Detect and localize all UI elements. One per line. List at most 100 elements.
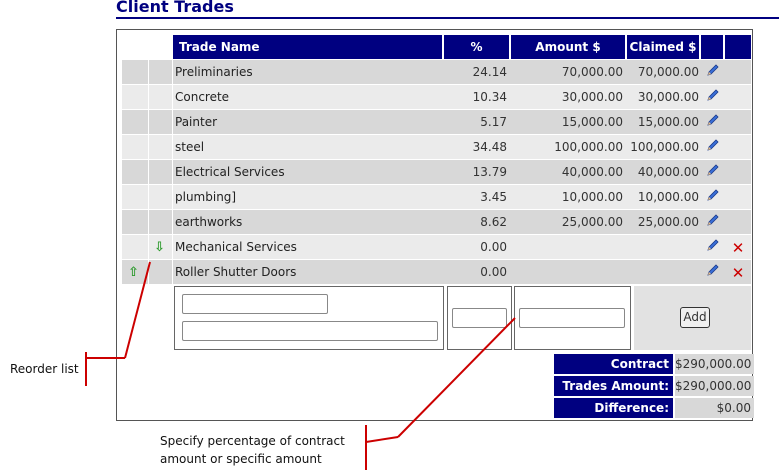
trades-amount-value: $290,000.00: [675, 376, 754, 396]
trades-panel: Trade Name % Amount $ Claimed $ Prelimin…: [116, 29, 754, 421]
trade-amount: [511, 260, 627, 284]
table-row: Preliminaries 24.14 70,000.00 70,000.00: [122, 60, 751, 84]
specify-note-line2: amount or specific amount: [160, 452, 322, 466]
delete-cell: [725, 85, 751, 109]
difference-value: $0.00: [675, 398, 754, 418]
header-blank-a: [122, 35, 148, 59]
edit-cell: [701, 260, 725, 284]
edit-cell: [701, 160, 725, 184]
delete-x-icon[interactable]: ✕: [732, 236, 745, 260]
trades-amount-label: Trades Amount:: [554, 376, 673, 396]
pencil-icon[interactable]: [706, 211, 720, 235]
trade-claimed: 70,000.00: [627, 60, 701, 84]
trade-amount: 40,000.00: [511, 160, 627, 184]
reorder-down-cell: [149, 135, 172, 159]
trade-amount: 15,000.00: [511, 110, 627, 134]
move-down-arrow-icon[interactable]: ⇩: [154, 236, 165, 260]
specify-bracket-top: [365, 436, 399, 443]
trade-name: plumbing]: [173, 185, 444, 209]
reorder-down-cell: [149, 85, 172, 109]
trade-amount: [511, 235, 627, 259]
trade-claimed: 30,000.00: [627, 85, 701, 109]
new-percent-box: [447, 286, 512, 350]
pencil-icon[interactable]: [706, 161, 720, 185]
contract-amount-label: Contract Amount:: [554, 354, 673, 391]
header-edit: [701, 35, 725, 59]
delete-cell: ✕: [725, 260, 751, 284]
reorder-up-cell: [122, 235, 148, 259]
delete-x-icon[interactable]: ✕: [732, 261, 745, 285]
table-row: steel 34.48 100,000.00 100,000.00: [122, 135, 751, 159]
pencil-icon[interactable]: [706, 111, 720, 135]
pencil-icon[interactable]: [706, 236, 720, 260]
trade-percent: 5.17: [444, 110, 511, 134]
header-amount: Amount $: [511, 35, 627, 59]
trade-percent: 0.00: [444, 235, 511, 259]
trade-name: Concrete: [173, 85, 444, 109]
table-row: Painter 5.17 15,000.00 15,000.00: [122, 110, 751, 134]
trade-percent: 13.79: [444, 160, 511, 184]
trade-name: steel: [173, 135, 444, 159]
trade-name: Electrical Services: [173, 160, 444, 184]
trade-percent: 8.62: [444, 210, 511, 234]
reorder-up-cell: [122, 110, 148, 134]
pencil-icon[interactable]: [706, 86, 720, 110]
delete-cell: ✕: [725, 235, 751, 259]
reorder-up-cell: [122, 85, 148, 109]
trade-amount: 10,000.00: [511, 185, 627, 209]
trade-claimed: 25,000.00: [627, 210, 701, 234]
edit-cell: [701, 85, 725, 109]
pencil-icon[interactable]: [706, 61, 720, 85]
delete-cell: [725, 185, 751, 209]
header-claimed: Claimed $: [627, 35, 701, 59]
page-title: Client Trades: [116, 0, 779, 19]
difference-row: Difference: $0.00: [554, 398, 754, 418]
pencil-icon[interactable]: [706, 136, 720, 160]
trade-amount: 25,000.00: [511, 210, 627, 234]
reorder-up-cell: ⇧: [122, 260, 148, 284]
trade-name: Preliminaries: [173, 60, 444, 84]
pencil-icon[interactable]: [706, 186, 720, 210]
contract-amount-row: Contract Amount: $290,000.00: [554, 354, 754, 391]
table-row: Electrical Services 13.79 40,000.00 40,000.…: [122, 160, 751, 184]
add-button[interactable]: Add: [680, 307, 710, 328]
pencil-icon[interactable]: [706, 261, 720, 285]
new-percent-input[interactable]: [452, 308, 507, 328]
new-amount-input[interactable]: [519, 308, 625, 328]
reorder-down-cell: [149, 260, 172, 284]
move-up-arrow-icon[interactable]: ⇧: [128, 261, 139, 285]
trade-percent: 10.34: [444, 85, 511, 109]
contract-amount-value: $290,000.00: [675, 354, 754, 374]
specify-note-line1: Specify percentage of contract: [160, 434, 345, 448]
trade-percent: 24.14: [444, 60, 511, 84]
reorder-down-cell: [149, 185, 172, 209]
delete-cell: [725, 110, 751, 134]
table-header: Trade Name % Amount $ Claimed $: [122, 35, 751, 59]
trade-claimed: [627, 235, 701, 259]
table-row: plumbing] 3.45 10,000.00 10,000.00: [122, 185, 751, 209]
reorder-up-cell: [122, 160, 148, 184]
trade-amount: 70,000.00: [511, 60, 627, 84]
trade-percent: 3.45: [444, 185, 511, 209]
reorder-down-cell: [149, 160, 172, 184]
edit-cell: [701, 235, 725, 259]
new-trade-description-input[interactable]: [182, 321, 438, 341]
reorder-down-cell: [149, 210, 172, 234]
new-trade-name-box: [174, 286, 444, 350]
new-amount-box: [514, 286, 631, 350]
reorder-up-cell: [122, 210, 148, 234]
delete-cell: [725, 210, 751, 234]
new-trade-name-input[interactable]: [182, 294, 328, 314]
reorder-down-cell: [149, 60, 172, 84]
trades-amount-row: Trades Amount: $290,000.00: [554, 376, 754, 396]
trade-amount: 100,000.00: [511, 135, 627, 159]
trade-claimed: 100,000.00: [627, 135, 701, 159]
trade-claimed: 15,000.00: [627, 110, 701, 134]
header-blank-b: [149, 35, 172, 59]
edit-cell: [701, 135, 725, 159]
delete-cell: [725, 160, 751, 184]
table-row: ⇧ Roller Shutter Doors 0.00 ✕: [122, 260, 751, 284]
reorder-up-cell: [122, 185, 148, 209]
trade-percent: 34.48: [444, 135, 511, 159]
trade-name: Painter: [173, 110, 444, 134]
